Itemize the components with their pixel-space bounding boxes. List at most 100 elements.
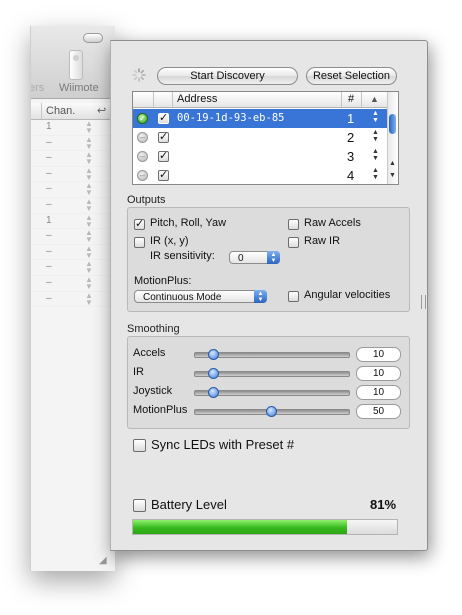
device-number-stepper[interactable]: ▲ ▼ <box>371 167 380 181</box>
ir-slider-knob[interactable] <box>208 368 220 379</box>
channel-value: – <box>46 136 52 148</box>
smoothing-group: Accels 10 IR 10 Joystick 10 MotionPlus 5… <box>127 336 410 429</box>
channel-row[interactable]: – ▲ ▼ <box>31 275 115 292</box>
ir-xy-checkbox[interactable] <box>134 237 145 248</box>
channel-value: – <box>46 230 52 242</box>
toolbar-label-players[interactable]: ers <box>31 82 44 94</box>
stepper-icon[interactable]: ▲ ▼ <box>85 213 93 228</box>
motionplus-smoothing-value[interactable]: 50 <box>356 404 401 419</box>
stepper-icon[interactable]: ▲ ▼ <box>85 229 93 244</box>
channel-row[interactable]: – ▲ ▼ <box>31 197 115 214</box>
joystick-smoothing-value[interactable]: 10 <box>356 385 401 400</box>
accels-smoothing-value[interactable]: 10 <box>356 347 401 362</box>
joystick-smoothing-label: Joystick <box>133 385 173 397</box>
raw-accels-checkbox[interactable] <box>288 219 299 230</box>
battery-level-label[interactable]: Battery Level <box>151 497 227 512</box>
channel-row[interactable]: – ▲ ▼ <box>31 291 115 308</box>
channel-row[interactable]: – ▲ ▼ <box>31 260 115 276</box>
device-row[interactable]: – ✓ 2 ▲ ▼ <box>133 128 388 147</box>
stepper-icon[interactable]: ▲ ▼ <box>85 197 93 212</box>
stepper-icon[interactable]: ▲ ▼ <box>85 151 93 166</box>
channel-row[interactable]: – ▲ ▼ <box>31 135 115 152</box>
resize-grip-icon[interactable]: ◢ <box>99 555 111 567</box>
stepper-icon[interactable]: ▲ ▼ <box>85 120 93 135</box>
sync-leds-checkbox[interactable] <box>133 439 146 452</box>
ir-xy-label[interactable]: IR (x, y) <box>150 235 189 247</box>
scroll-down-arrow-icon[interactable]: ▼ <box>389 172 396 179</box>
pitch-roll-yaw-label[interactable]: Pitch, Roll, Yaw <box>150 217 226 229</box>
channel-header-label: Chan. <box>46 105 76 117</box>
drawer-resize-handle[interactable] <box>421 295 426 309</box>
channel-row[interactable]: – ▲ ▼ <box>31 166 115 183</box>
angular-velocities-label[interactable]: Angular velocities <box>304 289 390 301</box>
select-arrows-icon: ▲ ▼ <box>254 290 267 303</box>
scrollbar-thumb[interactable] <box>389 114 396 134</box>
channel-value: – <box>46 152 52 164</box>
channel-row[interactable]: 1 ▲ ▼ <box>31 120 115 136</box>
channel-value: – <box>46 183 52 195</box>
battery-level-checkbox[interactable] <box>133 499 146 512</box>
device-number-stepper[interactable]: ▲ ▼ <box>371 148 380 162</box>
device-number-stepper[interactable]: ▲ ▼ <box>371 129 380 143</box>
outputs-section-title: Outputs <box>127 194 166 206</box>
ir-sensitivity-value: 0 <box>238 253 244 264</box>
stepper-icon[interactable]: ▲ ▼ <box>85 291 93 306</box>
battery-level-bar <box>132 519 398 535</box>
pitch-roll-yaw-checkbox[interactable]: ✓ <box>134 219 145 230</box>
ir-sensitivity-select[interactable]: 0 ▲ ▼ <box>229 251 280 264</box>
stepper-icon[interactable]: ▲ ▼ <box>85 260 93 275</box>
channel-column-header[interactable]: Chan. ↩ <box>31 103 115 120</box>
accels-smoothing-label: Accels <box>133 347 166 359</box>
device-enabled-checkbox[interactable]: ✓ <box>158 132 169 143</box>
sort-ascending-icon[interactable]: ▲ <box>370 94 379 104</box>
select-arrows-icon: ▲ ▼ <box>267 251 280 264</box>
motionplus-slider-knob[interactable] <box>265 406 277 417</box>
device-enabled-checkbox[interactable]: ✓ <box>158 170 169 181</box>
reset-selection-button[interactable]: Reset Selection <box>306 67 397 85</box>
stepper-icon[interactable]: ▲ ▼ <box>85 135 93 150</box>
ir-smoothing-value[interactable]: 10 <box>356 366 401 381</box>
channel-row[interactable]: 1 ▲ ▼ <box>31 213 115 230</box>
channel-row[interactable]: – ▲ ▼ <box>31 151 115 167</box>
number-column-header[interactable]: # <box>348 93 354 105</box>
address-column-header[interactable]: Address <box>177 93 217 105</box>
wiimote-icon[interactable] <box>69 50 83 80</box>
motionplus-label: MotionPlus: <box>134 275 192 287</box>
sync-leds-label[interactable]: Sync LEDs with Preset # <box>151 437 294 452</box>
ir-sensitivity-label: IR sensitivity: <box>150 250 215 262</box>
channel-value: 1 <box>46 121 52 132</box>
device-enabled-checkbox[interactable]: ✓ <box>158 113 169 124</box>
disconnected-status-icon: – <box>137 170 148 181</box>
device-number: 1 <box>347 111 355 126</box>
table-vertical-scrollbar[interactable]: ▲ ▼ <box>387 92 398 184</box>
channel-value: – <box>46 167 52 179</box>
device-row[interactable]: ✓ ✓ 00-19-1d-93-eb-85 1 ▲ ▼ <box>133 109 388 128</box>
toolbar-toggle-button[interactable] <box>83 33 103 43</box>
raw-ir-label[interactable]: Raw IR <box>304 235 340 247</box>
raw-accels-label[interactable]: Raw Accels <box>304 217 361 229</box>
stepper-icon[interactable]: ▲ ▼ <box>85 166 93 181</box>
joystick-slider-knob[interactable] <box>208 387 220 398</box>
device-enabled-checkbox[interactable]: ✓ <box>158 151 169 162</box>
angular-velocities-checkbox[interactable] <box>288 291 299 302</box>
device-row[interactable]: – ✓ 4 ▲ ▼ <box>133 166 388 184</box>
motionplus-mode-select[interactable]: Continuous Mode ▲ ▼ <box>134 290 267 303</box>
raw-ir-checkbox[interactable] <box>288 237 299 248</box>
start-discovery-button[interactable]: Start Discovery <box>157 67 298 85</box>
device-number-stepper[interactable]: ▲ ▼ <box>371 110 380 124</box>
outputs-group: ✓ Pitch, Roll, Yaw Raw Accels IR (x, y) … <box>127 207 410 312</box>
device-row[interactable]: – ✓ 3 ▲ ▼ <box>133 147 388 166</box>
stepper-icon[interactable]: ▲ ▼ <box>85 275 93 290</box>
channel-row[interactable]: – ▲ ▼ <box>31 229 115 245</box>
ir-smoothing-label: IR <box>133 366 144 378</box>
channel-row[interactable]: – ▲ ▼ <box>31 182 115 198</box>
toolbar-label-wiimote[interactable]: Wiimote <box>59 82 99 94</box>
stepper-icon[interactable]: ▲ ▼ <box>85 244 93 259</box>
stepper-icon[interactable]: ▲ ▼ <box>85 182 93 197</box>
device-table[interactable]: Address # ▲ ✓ ✓ 00-19-1d-93-eb-85 1 ▲ ▼ –… <box>132 91 399 185</box>
battery-percent: 81% <box>370 497 397 512</box>
channel-value: – <box>46 198 52 210</box>
channel-row[interactable]: – ▲ ▼ <box>31 244 115 261</box>
accels-slider-knob[interactable] <box>208 349 220 360</box>
scroll-up-arrow-icon[interactable]: ▲ <box>389 160 396 167</box>
